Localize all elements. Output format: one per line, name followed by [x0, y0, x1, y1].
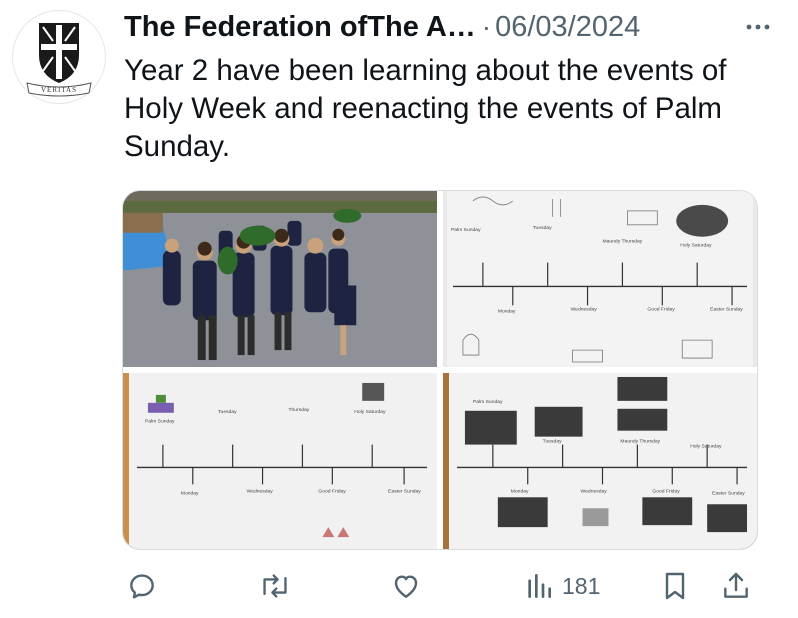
tweet-text: Year 2 have been learning about the even… [124, 54, 727, 163]
ws3-label-3: Maundy Thursday [620, 439, 660, 445]
bookmark-button[interactable] [660, 568, 690, 604]
ws3-label-5: Monday [511, 488, 529, 494]
author-name[interactable]: The Federation ofThe A… [124, 11, 476, 44]
ws2-label-5: Monday [181, 490, 199, 496]
more-options-button[interactable] [740, 16, 776, 38]
ws3-label-8: Easter Sunday [712, 490, 745, 496]
views-count: 181 [562, 572, 601, 599]
bookmark-icon [665, 572, 685, 600]
post-date[interactable]: 06/03/2024 [495, 11, 640, 44]
ws2-label-7: Good Friday [318, 488, 346, 494]
ws1-label-1: Palm Sunday [451, 227, 481, 233]
ws2-label-2: Tuesday [218, 409, 237, 415]
holy-week-timeline-worksheet-1[interactable]: Palm Sunday Tuesday Maundy Thursday Holy… [443, 191, 757, 367]
ws1-label-2: Tuesday [533, 225, 552, 231]
media-grid: Palm Sunday Tuesday Maundy Thursday Holy… [122, 190, 758, 550]
ws1-label-8: Easter Sunday [710, 306, 743, 312]
share-icon [724, 572, 748, 598]
header-separator: · [481, 11, 492, 42]
holy-week-timeline-picture-worksheet[interactable]: Palm Sunday Tuesday Maundy Thursday Holy… [443, 373, 757, 549]
ws3-label-2: Tuesday [543, 439, 562, 445]
like-button[interactable] [390, 568, 422, 604]
views-icon [528, 574, 552, 598]
school-crest-logo: VERITAS [26, 23, 92, 97]
ws2-label-6: Wednesday [247, 488, 274, 494]
ws2-label-4: Holy Saturday [354, 409, 386, 415]
reply-icon [130, 574, 154, 599]
ws3-label-7: Good Friday [652, 488, 680, 494]
reply-button[interactable] [126, 568, 158, 604]
ws2-label-3: Thursday [288, 407, 309, 413]
ws1-label-4: Holy Saturday [680, 243, 712, 249]
like-icon [394, 575, 418, 598]
children-reenacting-palm-sunday-photo[interactable] [123, 191, 437, 367]
crest-motto: VERITAS [41, 86, 77, 94]
ws1-label-3: Maundy Thursday [602, 239, 642, 245]
retweet-icon [263, 574, 287, 598]
tweet-header: The Federation ofThe A… · 06/03/2024 [124, 6, 770, 48]
ws3-label-1: Palm Sunday [473, 399, 503, 405]
ws1-label-6: Wednesday [571, 306, 598, 312]
views-button[interactable]: 181 [524, 568, 600, 604]
share-button[interactable] [720, 568, 752, 604]
retweet-button[interactable] [258, 568, 292, 604]
tweet-action-bar: 181 [120, 566, 760, 606]
holy-week-timeline-worksheet-2[interactable]: Palm Sunday Tuesday Thursday Holy Saturd… [123, 373, 437, 549]
ws1-label-5: Monday [498, 308, 516, 314]
ws2-label-8: Easter Sunday [388, 488, 421, 494]
author-avatar[interactable]: VERITAS [12, 10, 106, 104]
ws3-label-4: Holy Saturday [690, 444, 722, 450]
ws1-label-7: Good Friday [647, 306, 675, 312]
ws3-label-6: Wednesday [581, 488, 608, 494]
ws2-label-1: Palm Sunday [145, 419, 175, 425]
more-icon [746, 24, 770, 30]
